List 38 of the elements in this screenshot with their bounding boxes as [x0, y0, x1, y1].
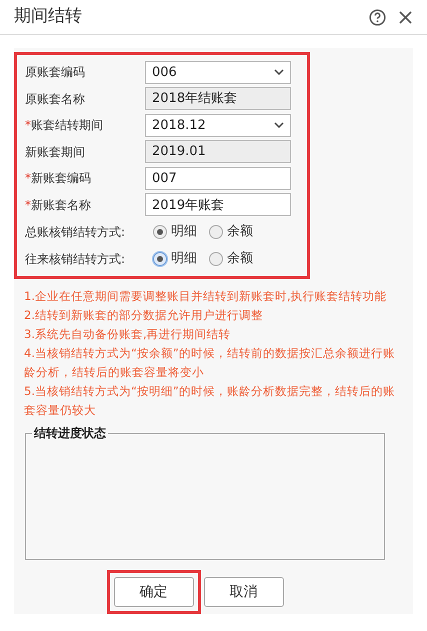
- note-text: 5.当核销结转方式为“按明细”的时候，账龄分析数据完整，结转后的账套容量仍较大: [24, 383, 396, 419]
- radio-button[interactable]: [209, 224, 223, 238]
- field-label: 原账套名称: [25, 90, 85, 108]
- required-asterisk: *: [25, 196, 31, 214]
- note-text: 4.当核销结转方式为“按余额”的时候，结转前的数据按汇总余额进行账龄分析，结转后的账套容量将变小: [24, 345, 396, 381]
- radio-label: 余额: [227, 250, 253, 268]
- field-label: 新账套编码: [31, 170, 91, 188]
- radio-button[interactable]: [153, 224, 167, 238]
- chevron-down-icon: [274, 69, 284, 76]
- radio-label: 明细: [171, 250, 197, 268]
- field-label: 账套结转期间: [31, 117, 103, 134]
- required-asterisk: *: [25, 170, 31, 188]
- dropdown[interactable]: 2018.12: [145, 114, 291, 137]
- field-label: 往来核销结转方式:: [25, 250, 126, 268]
- field-label: 新账套期间: [25, 144, 85, 161]
- radio-button[interactable]: [209, 252, 223, 266]
- radio-button[interactable]: [153, 252, 167, 266]
- field-label: 新账套名称: [31, 196, 91, 214]
- field-label: 总账核销结转方式:: [25, 224, 126, 240]
- note-text: 2.结转到新账套的部分数据允许用户进行调整: [24, 307, 264, 324]
- note-text: 3.系统先自动备份账套,再进行期间结转: [24, 326, 232, 343]
- dropdown[interactable]: 006: [145, 60, 291, 84]
- chevron-down-icon: [274, 122, 284, 128]
- input-field[interactable]: 2019年账套: [145, 193, 291, 216]
- required-asterisk: *: [25, 117, 31, 134]
- radio-label: 余额: [227, 222, 253, 241]
- note-text: 1.企业在任意期间需要调整账目并结转到新账套时,执行账套结转功能: [24, 288, 388, 305]
- field-label: 原账套编码: [25, 64, 85, 82]
- help-icon[interactable]: [369, 8, 386, 26]
- input-field[interactable]: 007: [145, 166, 291, 190]
- readonly-field: 2018年结账套: [145, 87, 291, 110]
- close-icon[interactable]: [398, 10, 413, 24]
- dialog-button[interactable]: 确定: [114, 577, 194, 607]
- window-title: 期间结转: [14, 5, 82, 28]
- dialog-button[interactable]: 取消: [204, 577, 284, 607]
- readonly-field: 2019.01: [145, 140, 291, 164]
- panel-title: 结转进度状态: [32, 425, 107, 442]
- radio-label: 明细: [171, 222, 197, 241]
